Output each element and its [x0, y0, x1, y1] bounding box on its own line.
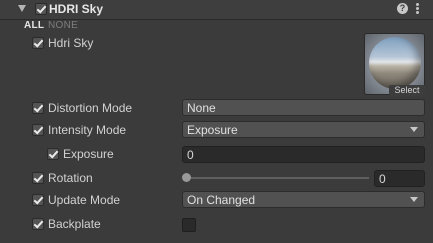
intensity-mode-dropdown[interactable]: Exposure	[182, 121, 425, 138]
rotation-value: 0	[379, 172, 386, 186]
component-enabled-toggle[interactable]	[35, 3, 47, 15]
chevron-down-icon	[410, 197, 418, 202]
rotation-slider-handle[interactable]	[182, 173, 191, 182]
backplate-override-toggle[interactable]	[32, 218, 44, 230]
kebab-menu-icon[interactable]	[416, 3, 420, 16]
distortion-mode-value: None	[187, 101, 216, 115]
hdri-sky-override-toggle[interactable]	[32, 37, 44, 49]
cubemap-select-button[interactable]: Select	[389, 85, 425, 96]
rotation-label: Rotation	[48, 171, 93, 185]
cubemap-preview-sphere	[369, 37, 421, 89]
distortion-mode-label: Distortion Mode	[48, 101, 133, 115]
rotation-field[interactable]: 0	[374, 170, 425, 187]
component-header[interactable]: HDRI Sky ?	[0, 0, 433, 20]
backplate-label: Backplate	[48, 217, 101, 231]
exposure-field[interactable]: 0	[182, 146, 425, 163]
component-title: HDRI Sky	[49, 2, 104, 16]
exposure-override-toggle[interactable]	[47, 148, 59, 160]
select-all-button[interactable]: ALL	[24, 20, 44, 31]
chevron-down-icon	[410, 127, 418, 132]
update-mode-value: On Changed	[187, 193, 256, 207]
distortion-mode-dropdown[interactable]: None	[182, 99, 425, 116]
help-icon[interactable]: ?	[397, 3, 408, 14]
select-none-button[interactable]: NONE	[48, 20, 78, 31]
backplate-checkbox[interactable]	[182, 218, 196, 232]
hdri-sky-panel: HDRI Sky ? ALL NONE Hdri Sky Select Dist…	[0, 0, 433, 243]
distortion-mode-override-toggle[interactable]	[32, 102, 44, 114]
exposure-label: Exposure	[63, 147, 114, 161]
update-mode-override-toggle[interactable]	[32, 194, 44, 206]
intensity-mode-override-toggle[interactable]	[32, 124, 44, 136]
foldout-arrow-icon[interactable]	[18, 5, 26, 12]
hdri-sky-label: Hdri Sky	[48, 36, 94, 50]
exposure-value: 0	[187, 148, 194, 162]
intensity-mode-label: Intensity Mode	[48, 123, 127, 137]
intensity-mode-value: Exposure	[187, 123, 238, 137]
update-mode-label: Update Mode	[48, 193, 121, 207]
rotation-override-toggle[interactable]	[32, 172, 44, 184]
update-mode-dropdown[interactable]: On Changed	[182, 191, 425, 208]
rotation-slider-track[interactable]	[186, 177, 369, 179]
